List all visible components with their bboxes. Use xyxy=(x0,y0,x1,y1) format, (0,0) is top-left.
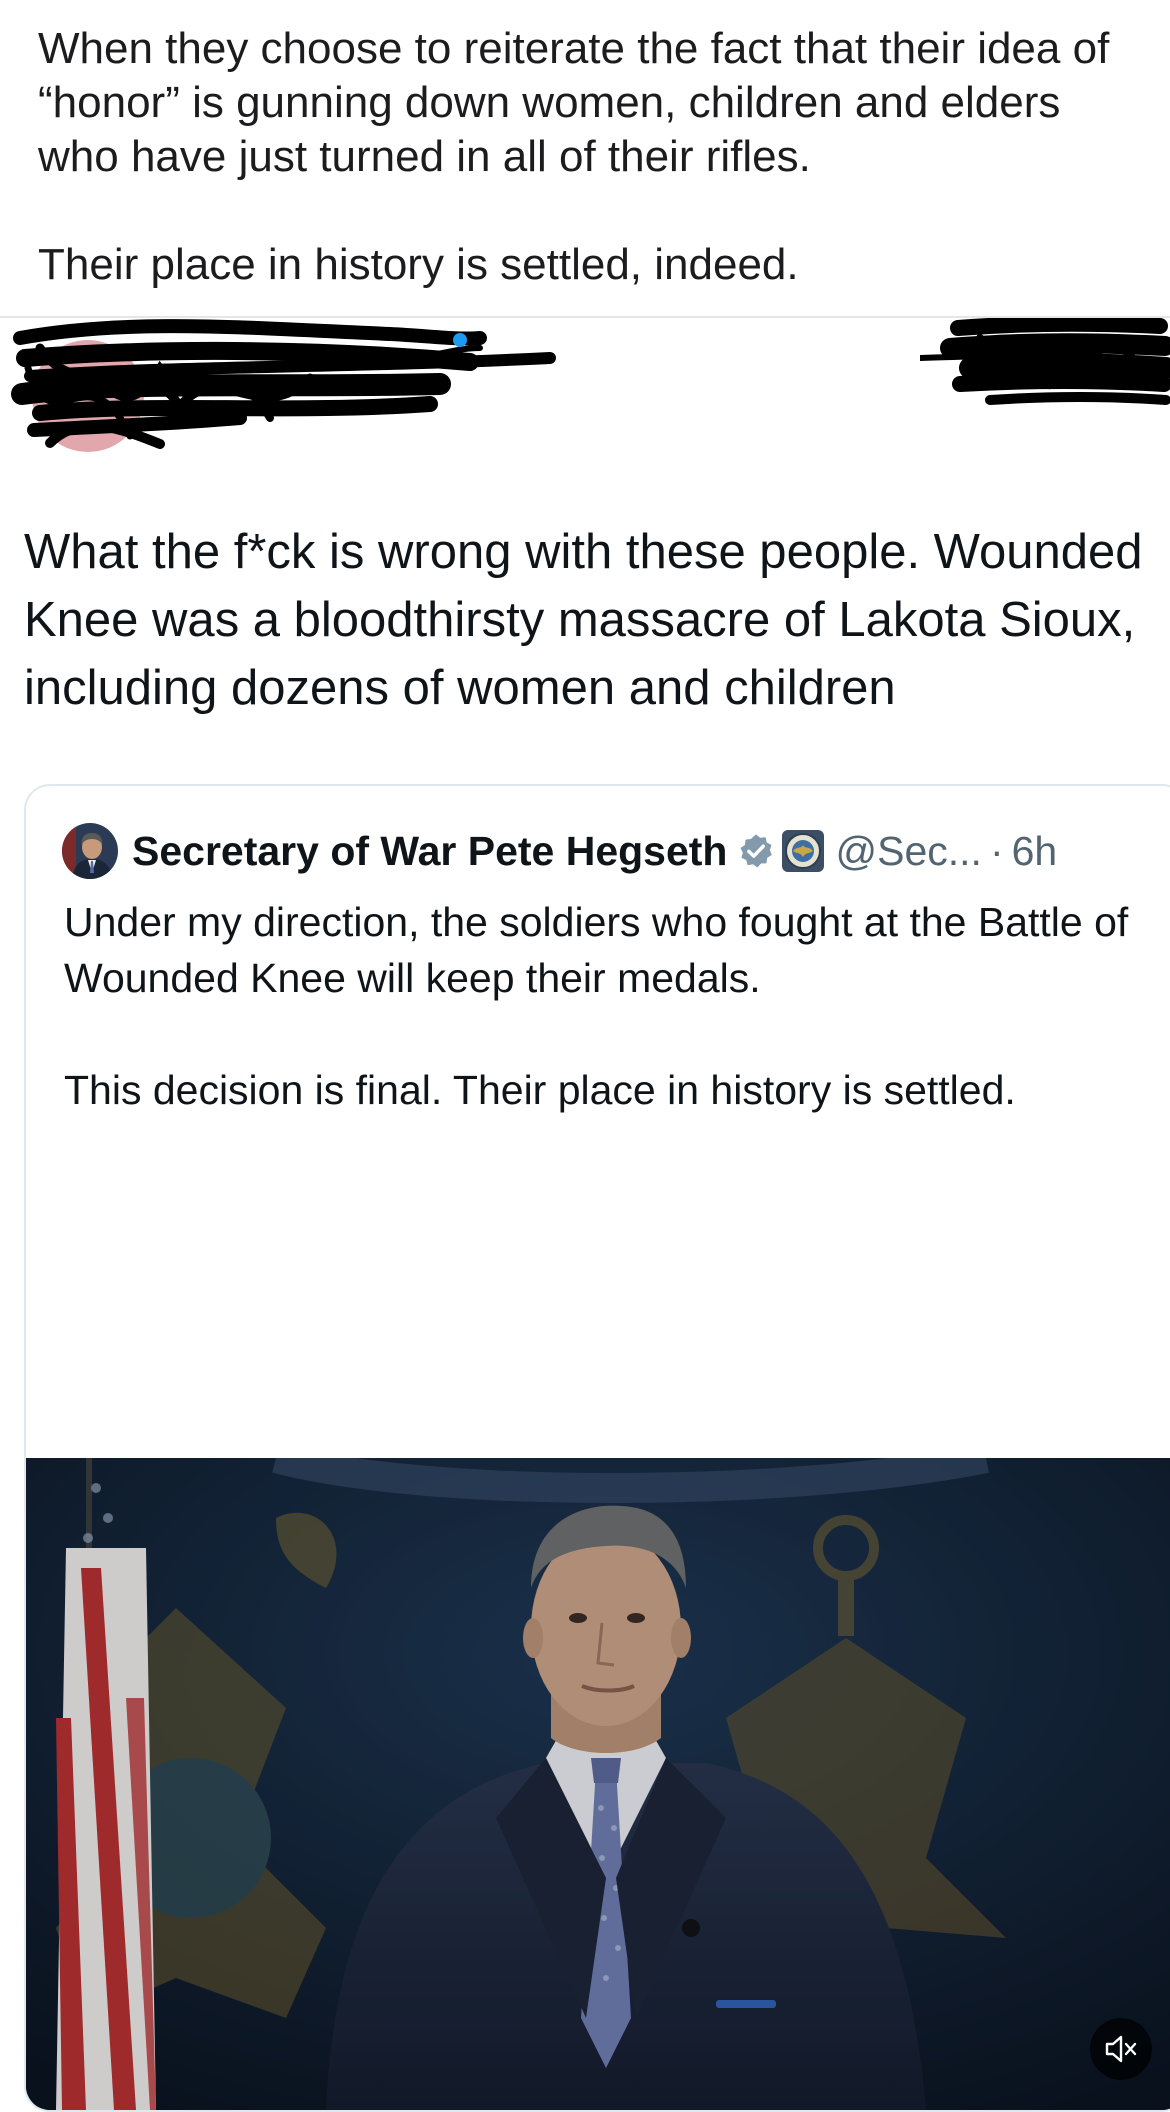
video-frame xyxy=(26,1458,1170,2110)
redacted-follow-scribble xyxy=(920,318,1170,405)
tweet-card[interactable]: What the f*ck is wrong with these people… xyxy=(0,318,1170,2112)
speaker-muted-icon xyxy=(1105,2035,1137,2063)
quoted-author-handle[interactable]: @Sec... xyxy=(835,828,981,875)
caption-paragraph: When they choose to reiterate the fact t… xyxy=(38,24,1110,181)
government-seal-icon xyxy=(782,830,825,872)
post-caption: When they choose to reiterate the fact t… xyxy=(38,22,1148,292)
caption-paragraph: Their place in history is settled, indee… xyxy=(38,240,799,289)
meta-separator: · xyxy=(989,827,1004,874)
video-player[interactable] xyxy=(26,1458,1170,2110)
quoted-tweet-text: Under my direction, the soldiers who fou… xyxy=(64,894,1164,1118)
verified-badge-icon xyxy=(740,834,773,868)
quoted-tweet-card[interactable]: Secretary of War Pete Hegseth @Sec... · … xyxy=(24,784,1170,2112)
quoted-tweet-header: Secretary of War Pete Hegseth @Sec... · … xyxy=(62,822,1057,880)
redacted-author-scribble xyxy=(11,319,556,452)
avatar[interactable] xyxy=(62,823,118,879)
tweet-body-text: What the f*ck is wrong with these people… xyxy=(24,525,1143,715)
quoted-tweet-time[interactable]: 6h xyxy=(1012,828,1058,875)
quoted-tweet-paragraph: Under my direction, the soldiers who fou… xyxy=(64,899,1129,1001)
mute-toggle-button[interactable] xyxy=(1090,2018,1152,2080)
quoted-author-name[interactable]: Secretary of War Pete Hegseth xyxy=(132,828,727,875)
quoted-tweet-paragraph: This decision is final. Their place in h… xyxy=(64,1067,1016,1113)
